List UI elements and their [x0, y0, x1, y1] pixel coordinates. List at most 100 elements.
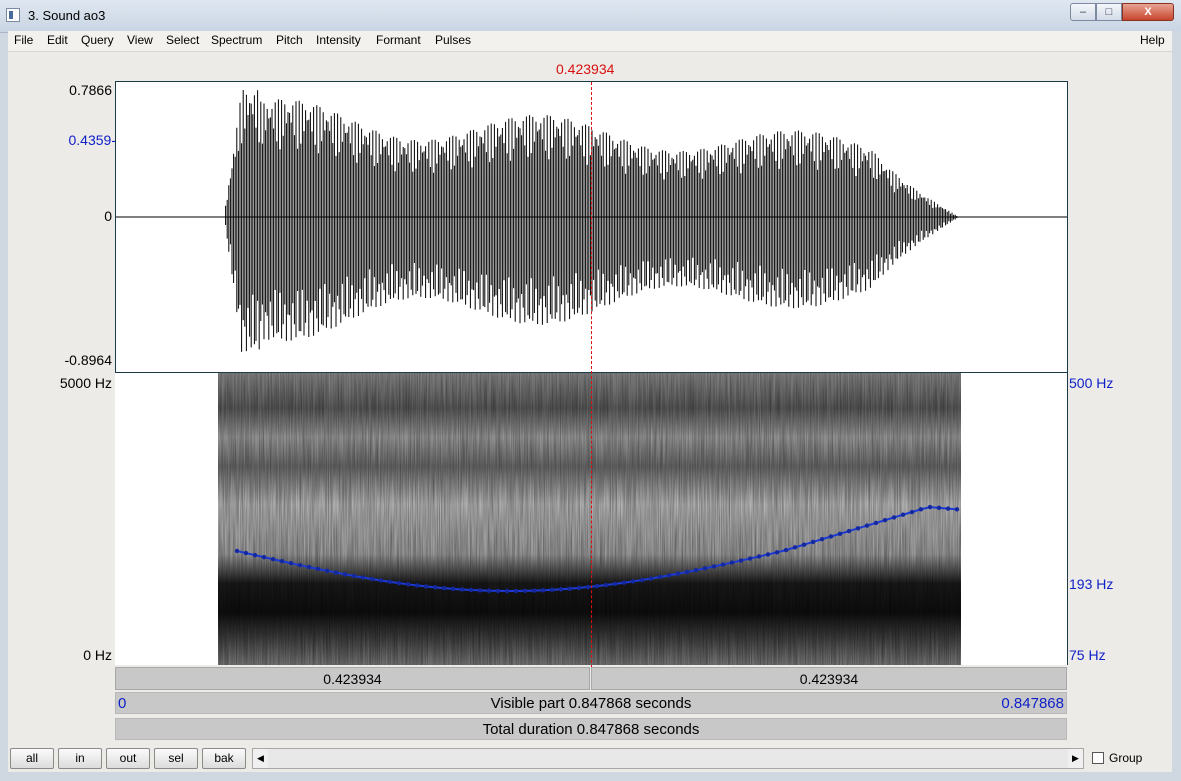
menu-pitch[interactable]: Pitch — [276, 33, 303, 47]
pitch-point — [936, 505, 942, 511]
pitch-point — [927, 504, 933, 510]
pitch-point — [504, 588, 510, 594]
pitch-point — [324, 568, 330, 574]
menu-intensity[interactable]: Intensity — [316, 33, 361, 47]
zoom-selection-button[interactable]: sel — [154, 748, 198, 769]
pitch-point — [288, 561, 294, 566]
wave-y-max-label: 0.7866 — [69, 82, 112, 98]
pitch-point — [297, 562, 303, 568]
menu-query[interactable]: Query — [81, 33, 114, 47]
pitch-point — [720, 562, 726, 567]
group-checkbox[interactable] — [1092, 752, 1104, 764]
minimize-button[interactable]: – — [1070, 3, 1096, 21]
pitch-point — [369, 576, 375, 582]
pitch-point — [306, 564, 312, 570]
pitch-point — [405, 582, 411, 587]
pitch-point — [918, 507, 924, 512]
pitch-point — [909, 509, 915, 515]
pitch-point — [423, 584, 429, 589]
pitch-point — [774, 550, 780, 555]
pitch-point — [675, 571, 681, 576]
cursor-line — [591, 82, 592, 668]
zoom-back-button[interactable]: bak — [202, 748, 246, 769]
zoom-all-button[interactable]: all — [10, 748, 54, 769]
pitch-point — [522, 588, 528, 594]
pitch-point — [756, 554, 762, 559]
title-bar — [0, 0, 1181, 33]
pitch-point — [612, 581, 618, 587]
pitch-point — [954, 507, 960, 512]
menu-formant[interactable]: Formant — [376, 33, 421, 47]
menu-help[interactable]: Help — [1140, 33, 1165, 47]
pitch-point — [486, 588, 492, 593]
pitch-point — [657, 574, 663, 580]
scroll-left-arrow-icon[interactable]: ◀ — [253, 749, 268, 768]
zoom-in-button[interactable]: in — [58, 748, 102, 769]
segment-right-duration[interactable]: 0.423934 — [591, 667, 1067, 690]
pitch-point — [702, 566, 708, 571]
wave-y-min-label: -0.8964 — [64, 352, 112, 368]
wave-y-zero-label: 0 — [104, 208, 112, 224]
menu-view[interactable]: View — [127, 33, 153, 47]
pitch-min-label: 75 Hz — [1069, 647, 1106, 663]
pitch-point — [846, 528, 852, 534]
pitch-point — [531, 588, 537, 593]
pitch-point — [378, 578, 384, 583]
menu-file[interactable]: File — [14, 33, 33, 47]
pitch-point — [360, 575, 366, 580]
pitch-point — [693, 567, 699, 573]
menu-edit[interactable]: Edit — [47, 33, 68, 47]
pitch-point — [261, 554, 267, 560]
maximize-button[interactable]: □ — [1096, 3, 1122, 21]
pitch-point — [279, 559, 285, 564]
total-duration-bar[interactable]: Total duration 0.847868 seconds — [115, 718, 1067, 740]
pitch-point — [621, 580, 627, 585]
window-title: 3. Sound ao3 — [28, 8, 106, 23]
pitch-point — [630, 579, 636, 584]
menu-select[interactable]: Select — [166, 33, 199, 47]
pitch-point — [540, 588, 546, 593]
pitch-point — [810, 539, 816, 545]
pitch-point — [594, 583, 600, 589]
pitch-point — [342, 572, 348, 577]
scroll-right-arrow-icon[interactable]: ▶ — [1068, 749, 1083, 768]
pitch-point — [468, 587, 474, 593]
visible-start-time: 0 — [118, 695, 127, 712]
pitch-point — [558, 587, 564, 592]
pitch-point — [891, 515, 897, 520]
pitch-point — [945, 506, 951, 511]
menu-spectrum[interactable]: Spectrum — [211, 33, 262, 47]
pitch-point — [585, 584, 591, 590]
pitch-max-label: 500 Hz — [1069, 375, 1114, 391]
pitch-point — [648, 576, 654, 581]
visible-part-bar[interactable]: 0 Visible part 0.847868 seconds 0.847868 — [115, 692, 1067, 714]
pitch-cursor-label: 193 Hz — [1069, 576, 1114, 592]
segment-left-duration[interactable]: 0.423934 — [115, 667, 590, 690]
pitch-point — [765, 552, 771, 557]
pitch-point — [864, 523, 870, 528]
close-button[interactable]: X — [1122, 3, 1174, 21]
pitch-point — [567, 586, 573, 591]
zoom-out-button[interactable]: out — [106, 748, 150, 769]
pitch-point — [396, 580, 402, 586]
wave-cursor-amplitude-value: 0.4359 — [68, 132, 112, 148]
pitch-point — [513, 588, 519, 594]
wave-cursor-amplitude-label: 0.4359- — [68, 132, 117, 148]
pitch-point — [351, 573, 357, 579]
spectrogram-texture — [218, 373, 961, 665]
pitch-point — [783, 547, 789, 553]
pitch-point — [477, 588, 483, 593]
pitch-point — [882, 517, 888, 523]
pitch-point — [828, 534, 834, 539]
pitch-point — [639, 577, 645, 583]
pitch-point — [459, 587, 465, 592]
horizontal-scrollbar[interactable]: ◀ ▶ — [252, 748, 1084, 769]
group-label: Group — [1109, 751, 1143, 765]
cursor-time-label: 0.423934 — [556, 61, 615, 77]
pitch-point — [495, 588, 501, 594]
pitch-point — [450, 586, 456, 592]
pitch-point — [711, 564, 717, 569]
pitch-point — [414, 583, 420, 588]
menu-pulses[interactable]: Pulses — [435, 33, 471, 47]
pitch-point — [603, 582, 609, 588]
